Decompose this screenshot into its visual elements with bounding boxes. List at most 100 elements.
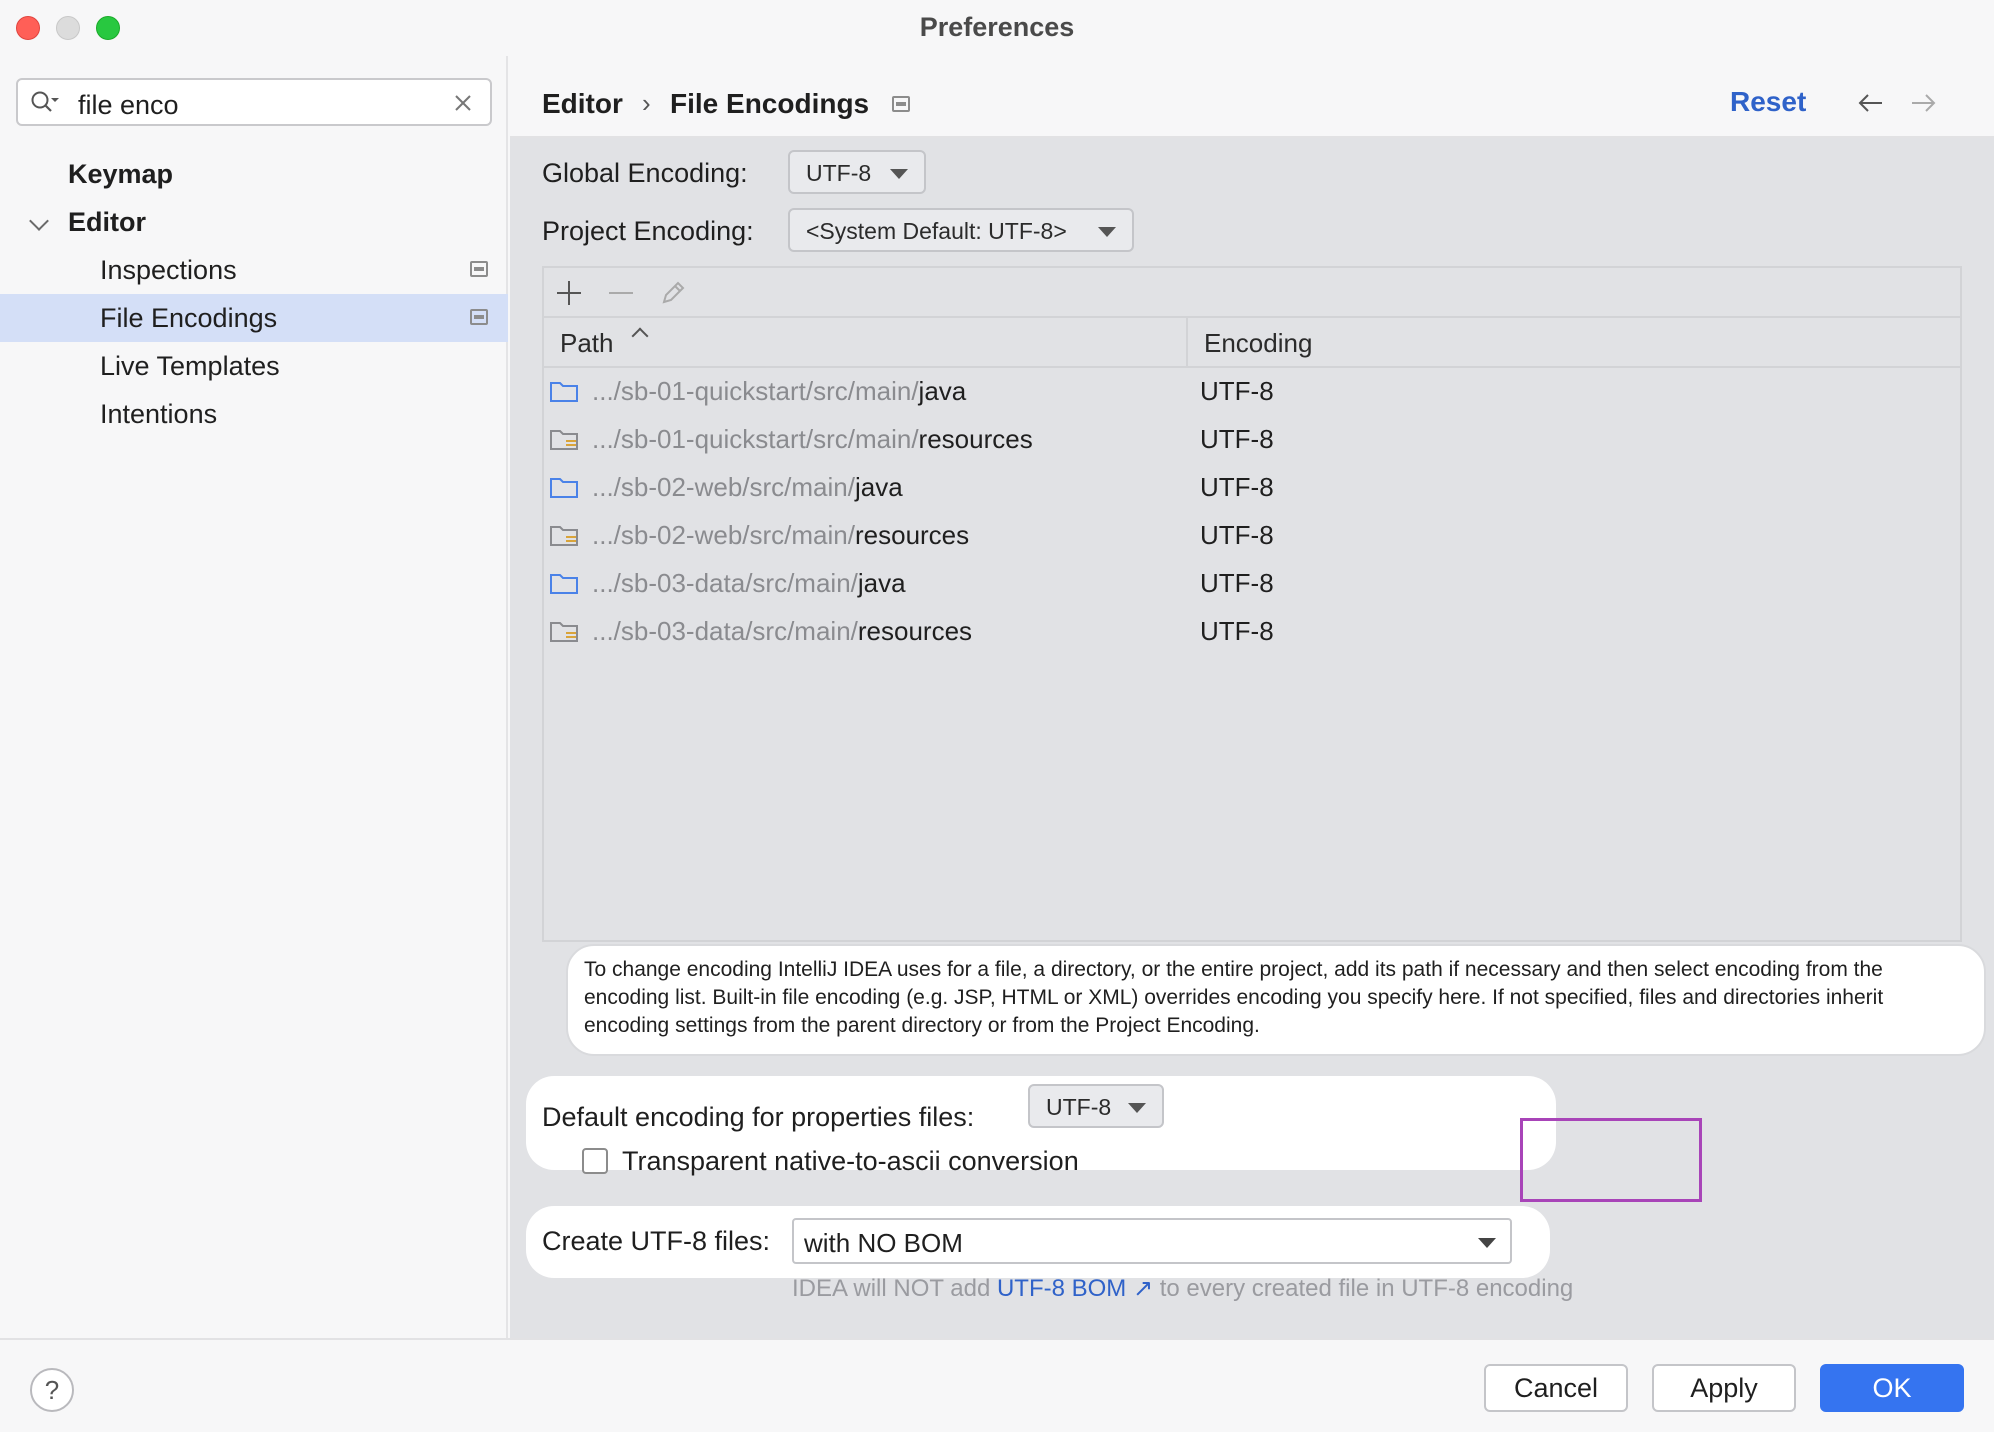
native-to-ascii-checkbox[interactable]: [582, 1148, 608, 1174]
edit-pencil-icon[interactable]: [658, 278, 688, 308]
sidebar-item-label: Inspections: [100, 255, 237, 285]
dialog-footer: ? Cancel Apply OK: [0, 1338, 1994, 1432]
clear-search-icon[interactable]: [452, 92, 474, 114]
path-encoding-table: Path Encoding .../sb-01-quickstart/src/m…: [542, 266, 1962, 942]
sidebar-item-label: File Encodings: [100, 303, 278, 333]
content-header: Editor › File Encodings Reset: [510, 56, 1994, 138]
search-input[interactable]: file enco: [78, 90, 179, 121]
table-row[interactable]: .../sb-03-data/src/main/java UTF-8: [544, 560, 1960, 608]
sidebar-item-keymap[interactable]: Keymap: [0, 150, 508, 198]
dropdown-arrow-icon: [890, 169, 908, 179]
window-title: Preferences: [919, 12, 1075, 42]
row-path-prefix: .../sb-02-web/src/main/: [592, 520, 855, 550]
source-folder-icon: [550, 574, 578, 594]
forward-arrow-icon[interactable]: [1908, 88, 1938, 118]
row-encoding[interactable]: UTF-8: [1200, 376, 1274, 407]
row-path-leaf: java: [857, 568, 906, 598]
column-header-path[interactable]: Path: [560, 328, 614, 359]
project-encoding-value: <System Default: UTF-8>: [806, 218, 1067, 244]
search-field[interactable]: file enco: [16, 78, 492, 126]
properties-encoding-dropdown[interactable]: UTF-8: [1028, 1084, 1164, 1128]
row-path-leaf: java: [918, 376, 967, 406]
row-path-prefix: .../sb-01-quickstart/src/main/: [592, 424, 919, 454]
bom-hint: IDEA will NOT add UTF-8 BOM ↗ to every c…: [792, 1274, 1573, 1303]
properties-encoding-value: UTF-8: [1046, 1094, 1112, 1120]
table-header: Path Encoding: [544, 318, 1960, 368]
breadcrumb-file-encodings: File Encodings: [670, 88, 870, 119]
global-encoding-value: UTF-8: [806, 160, 872, 186]
cancel-button[interactable]: Cancel: [1484, 1364, 1628, 1412]
column-divider[interactable]: [1186, 318, 1188, 368]
dropdown-arrow-icon: [1128, 1103, 1146, 1113]
row-path-prefix: .../sb-01-quickstart/src/main/: [592, 376, 919, 406]
row-path-prefix: .../sb-03-data/src/main/: [592, 568, 858, 598]
utf8-bom-link[interactable]: UTF-8 BOM: [997, 1275, 1126, 1302]
table-row[interactable]: .../sb-01-quickstart/src/main/resources …: [544, 416, 1960, 464]
global-encoding-label: Global Encoding:: [542, 158, 748, 188]
title-bar: Preferences: [0, 0, 1994, 56]
search-icon: [31, 91, 59, 112]
add-icon[interactable]: [554, 278, 584, 308]
sidebar-item-label: Live Templates: [100, 351, 280, 381]
resources-folder-icon: [550, 622, 578, 642]
dropdown-arrow-icon: [1098, 227, 1116, 237]
apply-button[interactable]: Apply: [1652, 1364, 1796, 1412]
breadcrumb-editor[interactable]: Editor: [542, 88, 623, 120]
sidebar-item-file-encodings[interactable]: File Encodings: [0, 294, 508, 342]
sidebar-item-label: Intentions: [100, 399, 218, 429]
external-link-icon: ↗: [1126, 1275, 1154, 1302]
project-encoding-dropdown[interactable]: <System Default: UTF-8>: [788, 208, 1134, 252]
sidebar-item-live-templates[interactable]: Live Templates: [0, 342, 508, 390]
table-row[interactable]: .../sb-02-web/src/main/java UTF-8: [544, 464, 1960, 512]
sidebar-item-inspections[interactable]: Inspections: [0, 246, 508, 294]
bom-hint-before: IDEA will NOT add: [792, 1275, 991, 1302]
row-path-prefix: .../sb-02-web/src/main/: [592, 472, 855, 502]
dropdown-arrow-icon: [1478, 1238, 1496, 1248]
table-row[interactable]: .../sb-01-quickstart/src/main/java UTF-8: [544, 368, 1960, 416]
encoding-info-text: To change encoding IntelliJ IDEA uses fo…: [566, 944, 1986, 1056]
row-path-leaf: resources: [854, 520, 970, 550]
column-header-encoding[interactable]: Encoding: [1204, 328, 1312, 359]
project-encoding-label: Project Encoding:: [542, 216, 754, 246]
sidebar-item-editor[interactable]: Editor: [0, 198, 508, 246]
project-scope-icon: [470, 261, 488, 277]
table-row[interactable]: .../sb-02-web/src/main/resources UTF-8: [544, 512, 1960, 560]
row-path-leaf: java: [854, 472, 903, 502]
help-button[interactable]: ?: [30, 1368, 74, 1412]
back-arrow-icon[interactable]: [1856, 88, 1886, 118]
row-path-leaf: resources: [918, 424, 1033, 454]
create-utf8-value: with NO BOM: [804, 1228, 963, 1258]
project-scope-icon: [470, 309, 488, 325]
table-row[interactable]: .../sb-03-data/src/main/resources UTF-8: [544, 608, 1960, 656]
ok-button[interactable]: OK: [1820, 1364, 1964, 1412]
chevron-down-icon[interactable]: [29, 211, 49, 231]
source-folder-icon: [550, 478, 578, 498]
sidebar-item-label: Editor: [68, 207, 146, 237]
bom-hint-after: to every created file in UTF-8 encoding: [1159, 1275, 1574, 1302]
properties-encoding-label: Default encoding for properties files:: [542, 1102, 975, 1132]
row-path-leaf: resources: [857, 616, 973, 646]
sidebar-item-label: Keymap: [68, 159, 174, 189]
native-to-ascii-label[interactable]: Transparent native-to-ascii conversion: [622, 1146, 1079, 1177]
preferences-window: Preferences file enco Keymap Editor Insp…: [0, 0, 1994, 1432]
resources-folder-icon: [550, 526, 578, 546]
row-path-prefix: .../sb-03-data/src/main/: [592, 616, 858, 646]
sidebar-item-intentions[interactable]: Intentions: [0, 390, 508, 438]
highlight-box: [1520, 1118, 1702, 1202]
reset-link[interactable]: Reset: [1730, 86, 1806, 118]
row-encoding[interactable]: UTF-8: [1200, 424, 1274, 455]
create-utf8-dropdown[interactable]: with NO BOM: [792, 1218, 1512, 1264]
source-folder-icon: [550, 382, 578, 402]
settings-sidebar: file enco Keymap Editor Inspections File…: [0, 56, 508, 1338]
row-encoding[interactable]: UTF-8: [1200, 520, 1274, 551]
global-encoding-dropdown[interactable]: UTF-8: [788, 150, 926, 194]
settings-content: Editor › File Encodings Reset Global Enc…: [510, 56, 1994, 1338]
row-encoding[interactable]: UTF-8: [1200, 568, 1274, 599]
project-scope-icon: [892, 96, 910, 112]
create-utf8-label: Create UTF-8 files:: [542, 1226, 771, 1256]
remove-icon[interactable]: [606, 278, 636, 308]
row-encoding[interactable]: UTF-8: [1200, 472, 1274, 503]
table-toolbar: [544, 268, 1960, 318]
breadcrumb-separator-icon: ›: [642, 88, 651, 118]
row-encoding[interactable]: UTF-8: [1200, 616, 1274, 647]
